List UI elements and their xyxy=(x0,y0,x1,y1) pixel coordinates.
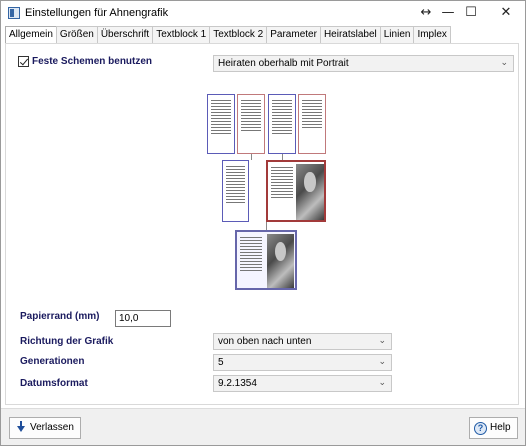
portrait-image xyxy=(296,164,324,220)
tab-parameter[interactable]: Parameter xyxy=(266,26,321,43)
tab-bar: Allgemein Größen Überschrift Textblock 1… xyxy=(5,26,451,44)
tab-textblock-1[interactable]: Textblock 1 xyxy=(152,26,211,43)
arrow-down-icon xyxy=(15,421,27,434)
generations-label: Generationen xyxy=(20,356,85,367)
preview-box-mother-with-portrait xyxy=(266,160,326,222)
fixed-schemes-label: Feste Schemen benutzen xyxy=(32,56,153,67)
chevron-down-icon: ⌄ xyxy=(378,378,386,388)
generations-select-value: 5 xyxy=(218,357,224,368)
scheme-select[interactable]: Heiraten oberhalb mit Portrait ⌄ xyxy=(213,55,514,72)
tab-allgemein[interactable]: Allgemein xyxy=(5,26,57,44)
tab-linien[interactable]: Linien xyxy=(379,26,415,43)
close-button[interactable]: ✕ xyxy=(491,3,521,23)
fixed-schemes-row[interactable]: Feste Schemen benutzen xyxy=(18,56,152,67)
help-icon: ? xyxy=(474,422,487,435)
panel-edge xyxy=(519,47,525,403)
preview-line xyxy=(251,154,252,160)
tab-textblock-2[interactable]: Textblock 2 xyxy=(209,26,268,43)
tab-heiratslabel[interactable]: Heiratslabel xyxy=(319,26,381,43)
help-button-label: Help xyxy=(490,422,511,433)
title-bar: Einstellungen für Ahnengrafik ↔ — ☐ ✕ xyxy=(1,1,525,25)
preview-box-proband-with-portrait xyxy=(235,230,297,290)
paper-margin-label: Papierrand (mm) xyxy=(20,311,100,322)
app-icon xyxy=(8,7,20,19)
footer-bar: Verlassen ? Help xyxy=(1,408,525,445)
date-format-select[interactable]: 9.2.1354 ⌄ xyxy=(213,375,392,392)
fixed-schemes-checkbox[interactable] xyxy=(18,56,29,67)
direction-select[interactable]: von oben nach unten ⌄ xyxy=(213,333,392,350)
date-format-select-value: 9.2.1354 xyxy=(218,378,257,389)
settings-window: Einstellungen für Ahnengrafik ↔ — ☐ ✕ Al… xyxy=(0,0,526,446)
tab-ueberschrift[interactable]: Überschrift xyxy=(96,26,154,43)
preview-line xyxy=(266,222,267,230)
generations-select[interactable]: 5 ⌄ xyxy=(213,354,392,371)
chevron-down-icon: ⌄ xyxy=(500,58,508,68)
preview-box-father xyxy=(222,160,249,222)
preview-box-grandfather-2 xyxy=(268,94,296,154)
leave-button[interactable]: Verlassen xyxy=(9,417,81,439)
window-title: Einstellungen für Ahnengrafik xyxy=(25,7,169,19)
paper-margin-input[interactable]: 10,0 xyxy=(115,310,171,327)
direction-label: Richtung der Grafik xyxy=(20,336,114,347)
scheme-select-value: Heiraten oberhalb mit Portrait xyxy=(218,58,349,69)
maximize-button[interactable]: ☐ xyxy=(456,3,486,23)
tab-implex[interactable]: Implex xyxy=(413,26,451,43)
help-button[interactable]: ? Help xyxy=(469,417,518,439)
chevron-down-icon: ⌄ xyxy=(378,336,386,346)
preview-box-grandmother-1 xyxy=(237,94,265,154)
preview-box-grandfather-1 xyxy=(207,94,235,154)
scheme-preview xyxy=(204,91,329,291)
preview-box-grandmother-2 xyxy=(298,94,326,154)
chevron-down-icon: ⌄ xyxy=(378,357,386,367)
leave-button-label: Verlassen xyxy=(30,422,74,433)
direction-select-value: von oben nach unten xyxy=(218,336,312,347)
date-format-label: Datumsformat xyxy=(20,378,88,389)
tab-groessen[interactable]: Größen xyxy=(55,26,98,43)
portrait-image xyxy=(267,234,294,288)
